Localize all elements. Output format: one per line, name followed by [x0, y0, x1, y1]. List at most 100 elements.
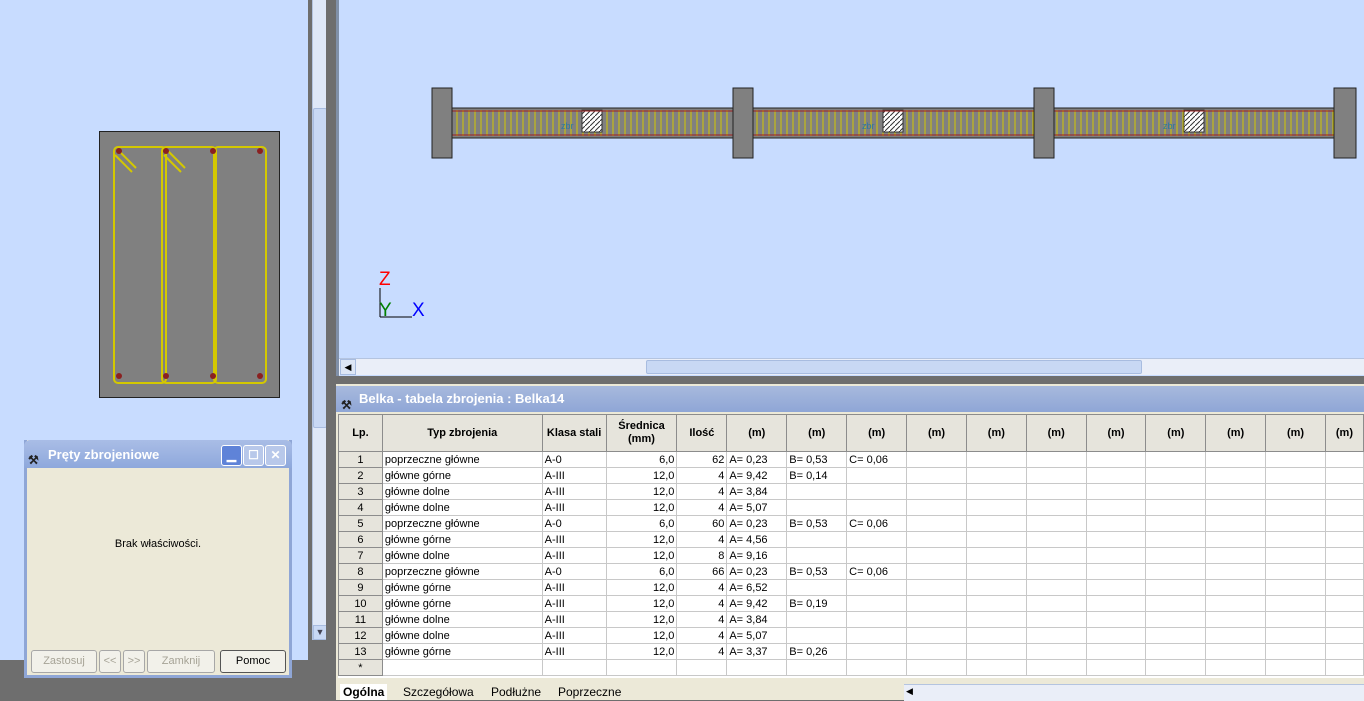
table-cell[interactable] [1145, 595, 1207, 612]
table-cell[interactable]: 12,0 [605, 595, 678, 612]
table-cell[interactable]: A-III [541, 483, 607, 500]
table-cell[interactable] [965, 643, 1027, 660]
scroll-left-arrow-icon[interactable]: ◀ [340, 359, 356, 375]
table-cell[interactable]: A-III [541, 611, 607, 628]
view-scrollbar-thumb[interactable] [646, 360, 1142, 374]
table-cell[interactable] [1025, 579, 1087, 596]
table-row[interactable]: 6 główne górne A-III 12,0 4 A= 4,56 [338, 531, 1364, 548]
table-cell[interactable] [846, 499, 908, 516]
table-cell[interactable] [1085, 579, 1147, 596]
table-cell[interactable]: A= 3,37 [726, 643, 788, 660]
table-cell[interactable] [965, 659, 1027, 676]
table-cell[interactable] [965, 531, 1027, 548]
table-row[interactable]: 8 poprzeczne główne A-0 6,0 66 A= 0,23 B= 0,53… [338, 563, 1364, 580]
table-cell[interactable] [786, 611, 848, 628]
table-row[interactable]: 11 główne dolne A-III 12,0 4 A= 3,84 [338, 611, 1364, 628]
table-cell[interactable] [1265, 499, 1326, 516]
table-cell[interactable] [846, 467, 908, 484]
table-cell[interactable] [1324, 627, 1364, 644]
table-cell[interactable] [1324, 643, 1364, 660]
table-cell[interactable] [1324, 563, 1364, 580]
table-cell[interactable]: 12,0 [605, 483, 678, 500]
table-cell[interactable] [1265, 531, 1326, 548]
column-header[interactable]: (m) [1324, 414, 1364, 452]
table-cell[interactable]: poprzeczne główne [381, 563, 543, 580]
table-cell[interactable]: A= 0,23 [726, 515, 788, 532]
table-cell[interactable] [1025, 467, 1087, 484]
table-cell[interactable]: B= 0,53 [786, 451, 848, 468]
table-cell[interactable]: 12,0 [605, 643, 678, 660]
table-cell[interactable] [906, 563, 967, 580]
table-row[interactable]: 3 główne dolne A-III 12,0 4 A= 3,84 [338, 483, 1364, 500]
table-cell[interactable] [906, 499, 967, 516]
column-header[interactable]: (m) [846, 414, 908, 452]
table-cell[interactable]: 6,0 [605, 515, 678, 532]
table-cell[interactable] [605, 659, 678, 676]
column-header[interactable]: Ilość [676, 414, 728, 452]
table-cell[interactable] [1085, 611, 1147, 628]
table-cell[interactable] [1205, 499, 1267, 516]
table-cell[interactable]: A= 9,16 [726, 547, 788, 564]
table-cell[interactable] [906, 515, 967, 532]
table-cell[interactable] [726, 659, 788, 676]
table-cell[interactable]: A-III [541, 627, 607, 644]
table-cell[interactable] [1324, 595, 1364, 612]
row-header-cell[interactable]: 11 [338, 611, 383, 628]
table-cell[interactable] [1205, 451, 1267, 468]
table-cell[interactable]: 4 [676, 611, 728, 628]
table-cell[interactable] [1205, 579, 1267, 596]
row-header-cell[interactable]: 4 [338, 499, 383, 516]
new-row[interactable]: * [338, 659, 1364, 676]
table-cell[interactable]: 60 [676, 515, 728, 532]
table-cell[interactable] [965, 515, 1027, 532]
table-cell[interactable] [846, 579, 908, 596]
table-cell[interactable]: A-0 [541, 451, 607, 468]
table-cell[interactable] [846, 531, 908, 548]
table-cell[interactable] [1085, 515, 1147, 532]
table-cell[interactable] [1324, 547, 1364, 564]
table-cell[interactable]: 6,0 [605, 451, 678, 468]
table-cell[interactable]: A-III [541, 595, 607, 612]
table-cell[interactable]: główne dolne [381, 627, 543, 644]
table-cell[interactable]: A= 3,84 [726, 611, 788, 628]
table-cell[interactable] [846, 595, 908, 612]
table-cell[interactable] [906, 643, 967, 660]
table-cell[interactable] [1324, 611, 1364, 628]
table-cell[interactable] [1205, 595, 1267, 612]
close-icon[interactable]: ✕ [265, 445, 286, 466]
column-header[interactable]: (m) [1145, 414, 1207, 452]
column-header[interactable]: (m) [726, 414, 788, 452]
table-cell[interactable] [1205, 515, 1267, 532]
table-cell[interactable] [1085, 467, 1147, 484]
scroll-down-arrow-icon[interactable]: ▼ [313, 625, 327, 640]
row-header-cell[interactable]: 7 [338, 547, 383, 564]
table-cell[interactable] [965, 563, 1027, 580]
table-row[interactable]: 7 główne dolne A-III 12,0 8 A= 9,16 [338, 547, 1364, 564]
table-cell[interactable] [1205, 643, 1267, 660]
table-cell[interactable] [1025, 515, 1087, 532]
table-cell[interactable] [1265, 611, 1326, 628]
table-cell[interactable] [965, 499, 1027, 516]
table-cell[interactable] [1145, 643, 1207, 660]
table-cell[interactable] [1265, 467, 1326, 484]
table-cell[interactable]: A= 9,42 [726, 595, 788, 612]
table-cell[interactable] [1324, 451, 1364, 468]
table-cell[interactable] [1145, 547, 1207, 564]
table-cell[interactable] [965, 451, 1027, 468]
table-cell[interactable] [965, 627, 1027, 644]
next-button[interactable]: >> [123, 650, 145, 673]
table-cell[interactable]: B= 0,19 [786, 595, 848, 612]
table-cell[interactable]: A-III [541, 467, 607, 484]
row-header-cell[interactable]: 10 [338, 595, 383, 612]
table-cell[interactable] [1145, 627, 1207, 644]
tab-podluzne[interactable]: Podłużne [488, 684, 544, 700]
table-cell[interactable] [1145, 579, 1207, 596]
table-cell[interactable] [1145, 499, 1207, 516]
table-cell[interactable] [1205, 563, 1267, 580]
table-cell[interactable] [1085, 643, 1147, 660]
row-header-cell[interactable]: 8 [338, 563, 383, 580]
row-header-cell[interactable]: 6 [338, 531, 383, 548]
table-cell[interactable] [906, 451, 967, 468]
table-cell[interactable] [1145, 467, 1207, 484]
table-cell[interactable] [1025, 547, 1087, 564]
